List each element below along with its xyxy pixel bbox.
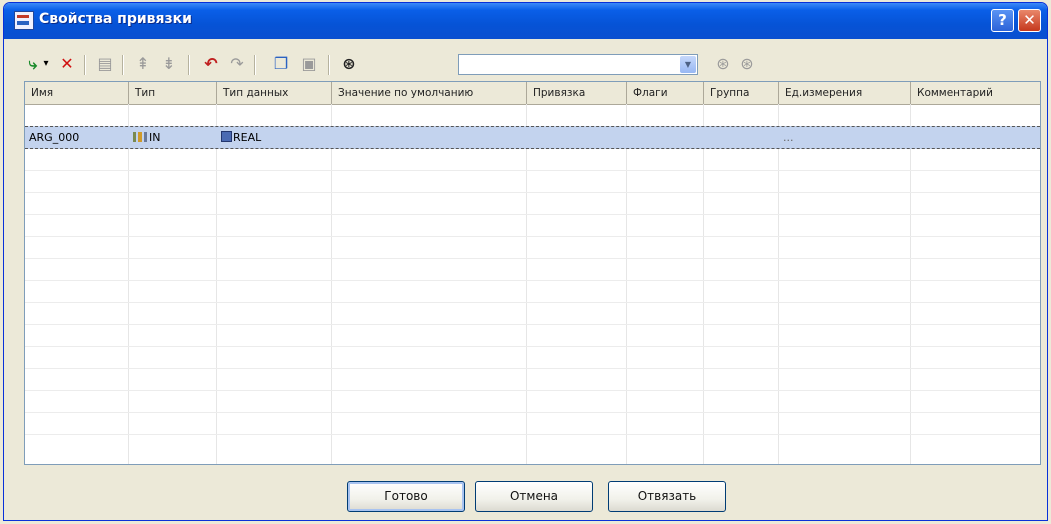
column-divider (128, 104, 129, 464)
delete-icon: ✕ (60, 54, 74, 73)
add-variable-icon: ⤷ (28, 54, 38, 73)
row-divider (25, 412, 1040, 413)
add-variable-dropdown[interactable]: ▾ (40, 53, 52, 75)
column-header-unit[interactable]: Ед.измерения (779, 82, 911, 104)
column-header-comment[interactable]: Комментарий (911, 82, 1040, 104)
paste-icon: ▣ (301, 54, 317, 73)
delete-button[interactable]: ✕ (56, 53, 78, 75)
ok-button[interactable]: Готово (347, 481, 465, 512)
row-divider (25, 170, 1040, 171)
column-header-binding[interactable]: Привязка (527, 82, 627, 104)
table-row[interactable]: ARG_000 IN REAL ... (25, 126, 1040, 149)
column-divider (331, 104, 332, 464)
cell-flags[interactable] (627, 127, 703, 148)
toolbar: ⤷ ▾ ✕ ▤ ⇞ ⇟ ↶ ↷ ❐ ▣ ⊛ ▼ ⊛ ⊛ (22, 51, 782, 79)
chevron-down-icon[interactable]: ▼ (680, 56, 696, 73)
cell-data-type[interactable]: REAL (217, 127, 331, 148)
redo-button[interactable]: ↷ (226, 53, 248, 75)
column-header-name[interactable]: Имя (25, 82, 129, 104)
undo-button[interactable]: ↶ (200, 53, 222, 75)
cell-data-type-text: REAL (233, 131, 262, 144)
cell-default-value[interactable] (332, 127, 526, 148)
app-icon (14, 11, 34, 30)
grid-header: Имя Тип Тип данных Значение по умолчанию… (25, 82, 1040, 105)
find-next-button[interactable]: ⊛ (712, 53, 734, 75)
search-combobox[interactable]: ▼ (458, 54, 698, 75)
copy-button[interactable]: ❐ (270, 53, 292, 75)
cancel-button[interactable]: Отмена (475, 481, 593, 512)
find-previous-icon: ⊛ (740, 54, 754, 73)
column-header-group[interactable]: Группа (704, 82, 779, 104)
column-divider (910, 104, 911, 464)
row-divider (25, 368, 1040, 369)
move-down-icon: ⇟ (162, 54, 176, 73)
properties-button[interactable]: ▤ (94, 53, 116, 75)
column-header-flags[interactable]: Флаги (627, 82, 704, 104)
cell-type[interactable]: IN (129, 127, 217, 148)
row-divider (25, 280, 1040, 281)
toolbar-separator (188, 55, 190, 75)
toolbar-separator (328, 55, 330, 75)
dropdown-arrow-icon: ▾ (43, 58, 49, 69)
move-up-icon: ⇞ (136, 54, 150, 73)
copy-icon: ❐ (273, 54, 289, 73)
row-divider (25, 390, 1040, 391)
row-divider (25, 192, 1040, 193)
toolbar-separator (122, 55, 124, 75)
title-bar[interactable]: Свойства привязки ? ✕ (4, 3, 1047, 39)
column-divider (778, 104, 779, 464)
row-divider (25, 236, 1040, 237)
properties-icon: ▤ (97, 54, 113, 73)
input-pin-icon (133, 132, 147, 142)
close-button[interactable]: ✕ (1018, 9, 1041, 32)
move-down-button[interactable]: ⇟ (158, 53, 180, 75)
redo-icon: ↷ (230, 54, 244, 73)
data-type-icon (221, 131, 232, 142)
column-divider (703, 104, 704, 464)
find-icon: ⊛ (342, 54, 356, 73)
find-previous-button[interactable]: ⊛ (736, 53, 758, 75)
column-divider (216, 104, 217, 464)
cell-name[interactable]: ARG_000 (25, 127, 129, 148)
row-divider (25, 324, 1040, 325)
find-next-icon: ⊛ (716, 54, 730, 73)
column-header-type[interactable]: Тип (129, 82, 217, 104)
paste-button[interactable]: ▣ (298, 53, 320, 75)
undo-icon: ↶ (204, 54, 218, 73)
find-button[interactable]: ⊛ (338, 53, 360, 75)
column-header-data-type[interactable]: Тип данных (217, 82, 332, 104)
toolbar-separator (84, 55, 86, 75)
binding-properties-dialog: Свойства привязки ? ✕ ⤷ ▾ ✕ ▤ ⇞ ⇟ ↶ ↷ ❐ … (3, 2, 1048, 521)
row-divider (25, 258, 1040, 259)
column-divider (526, 104, 527, 464)
row-divider (25, 346, 1040, 347)
variables-grid[interactable]: Имя Тип Тип данных Значение по умолчанию… (24, 81, 1041, 465)
row-divider (25, 302, 1040, 303)
cell-comment[interactable] (911, 127, 1040, 148)
cell-type-text: IN (149, 131, 161, 144)
cell-unit[interactable]: ... (779, 127, 911, 148)
unbind-button[interactable]: Отвязать (608, 481, 726, 512)
row-divider (25, 434, 1040, 435)
cell-group[interactable] (704, 127, 778, 148)
cell-binding[interactable] (527, 127, 627, 148)
move-up-button[interactable]: ⇞ (132, 53, 154, 75)
help-button[interactable]: ? (991, 9, 1014, 32)
toolbar-separator (254, 55, 256, 75)
column-header-default-value[interactable]: Значение по умолчанию (332, 82, 527, 104)
column-divider (626, 104, 627, 464)
row-divider (25, 214, 1040, 215)
window-title: Свойства привязки (39, 11, 192, 27)
